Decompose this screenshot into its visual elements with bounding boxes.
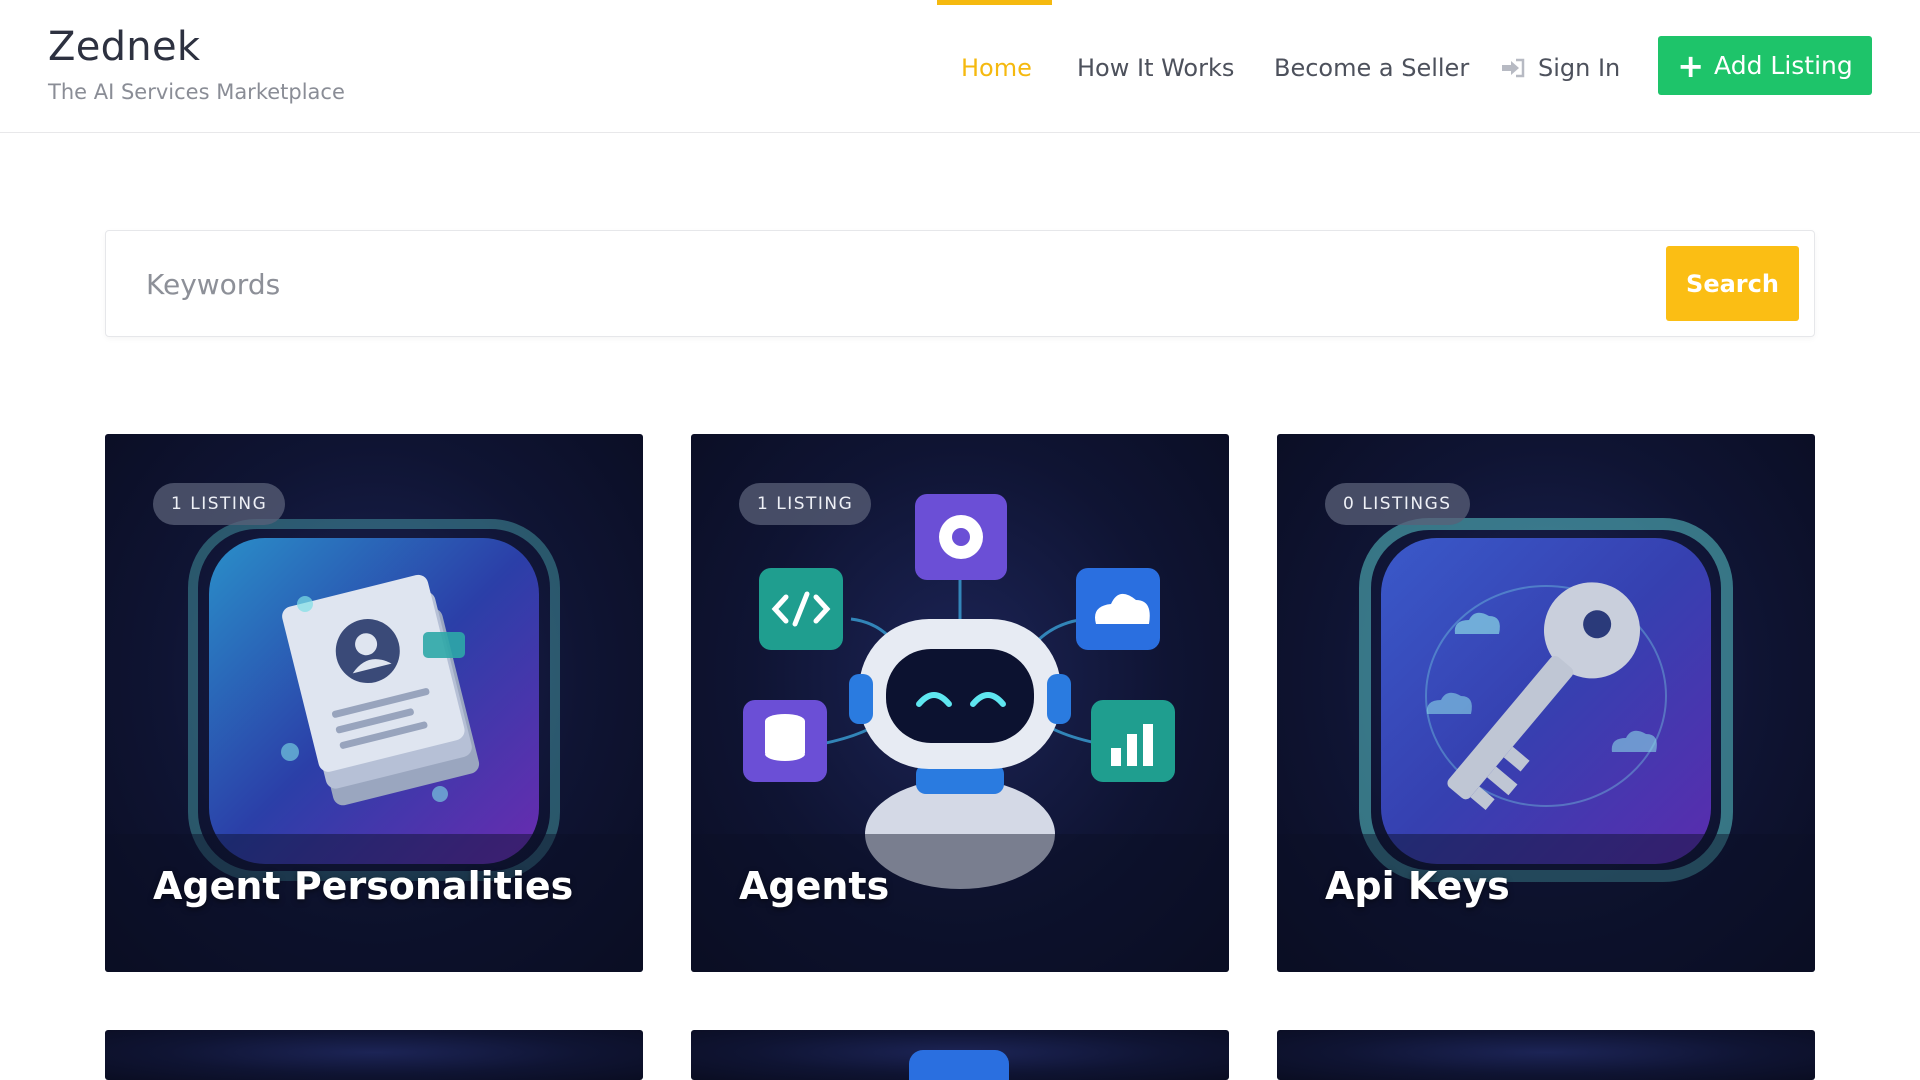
category-card-partial[interactable] bbox=[1277, 1030, 1815, 1080]
listing-count-badge: 0 LISTINGS bbox=[1325, 483, 1470, 525]
site-header: Zednek The AI Services Marketplace Home … bbox=[0, 0, 1920, 133]
keywords-input[interactable] bbox=[146, 259, 1646, 309]
search-bar: Search bbox=[105, 230, 1815, 337]
category-title: Agent Personalities bbox=[153, 864, 574, 908]
nav-become-a-seller[interactable]: Become a Seller bbox=[1274, 48, 1469, 88]
app-icon bbox=[909, 1050, 1009, 1080]
nav-sign-in[interactable]: Sign In bbox=[1500, 48, 1620, 88]
listing-count-badge: 1 LISTING bbox=[739, 483, 872, 525]
category-card-agents[interactable]: 1 LISTING Agents bbox=[691, 434, 1229, 972]
brand-title[interactable]: Zednek bbox=[48, 24, 200, 70]
active-nav-indicator bbox=[937, 0, 1052, 5]
search-button[interactable]: Search bbox=[1666, 246, 1799, 321]
listing-count-badge: 1 LISTING bbox=[153, 483, 286, 525]
nav-home[interactable]: Home bbox=[961, 48, 1032, 88]
category-card-api-keys[interactable]: 0 LISTINGS Api Keys bbox=[1277, 434, 1815, 972]
category-card-partial[interactable] bbox=[105, 1030, 643, 1080]
add-listing-label: Add Listing bbox=[1714, 51, 1853, 80]
sign-in-icon bbox=[1502, 58, 1525, 78]
add-listing-button[interactable]: + Add Listing bbox=[1658, 36, 1872, 95]
sign-in-label: Sign In bbox=[1538, 54, 1621, 82]
category-title: Agents bbox=[739, 864, 890, 908]
category-card-partial[interactable] bbox=[691, 1030, 1229, 1080]
category-card-agent-personalities[interactable]: 1 LISTING Agent Personalities bbox=[105, 434, 643, 972]
category-title: Api Keys bbox=[1325, 864, 1510, 908]
brand-subtitle: The AI Services Marketplace bbox=[48, 80, 345, 104]
plus-icon: + bbox=[1677, 46, 1705, 85]
nav-how-it-works[interactable]: How It Works bbox=[1077, 48, 1234, 88]
